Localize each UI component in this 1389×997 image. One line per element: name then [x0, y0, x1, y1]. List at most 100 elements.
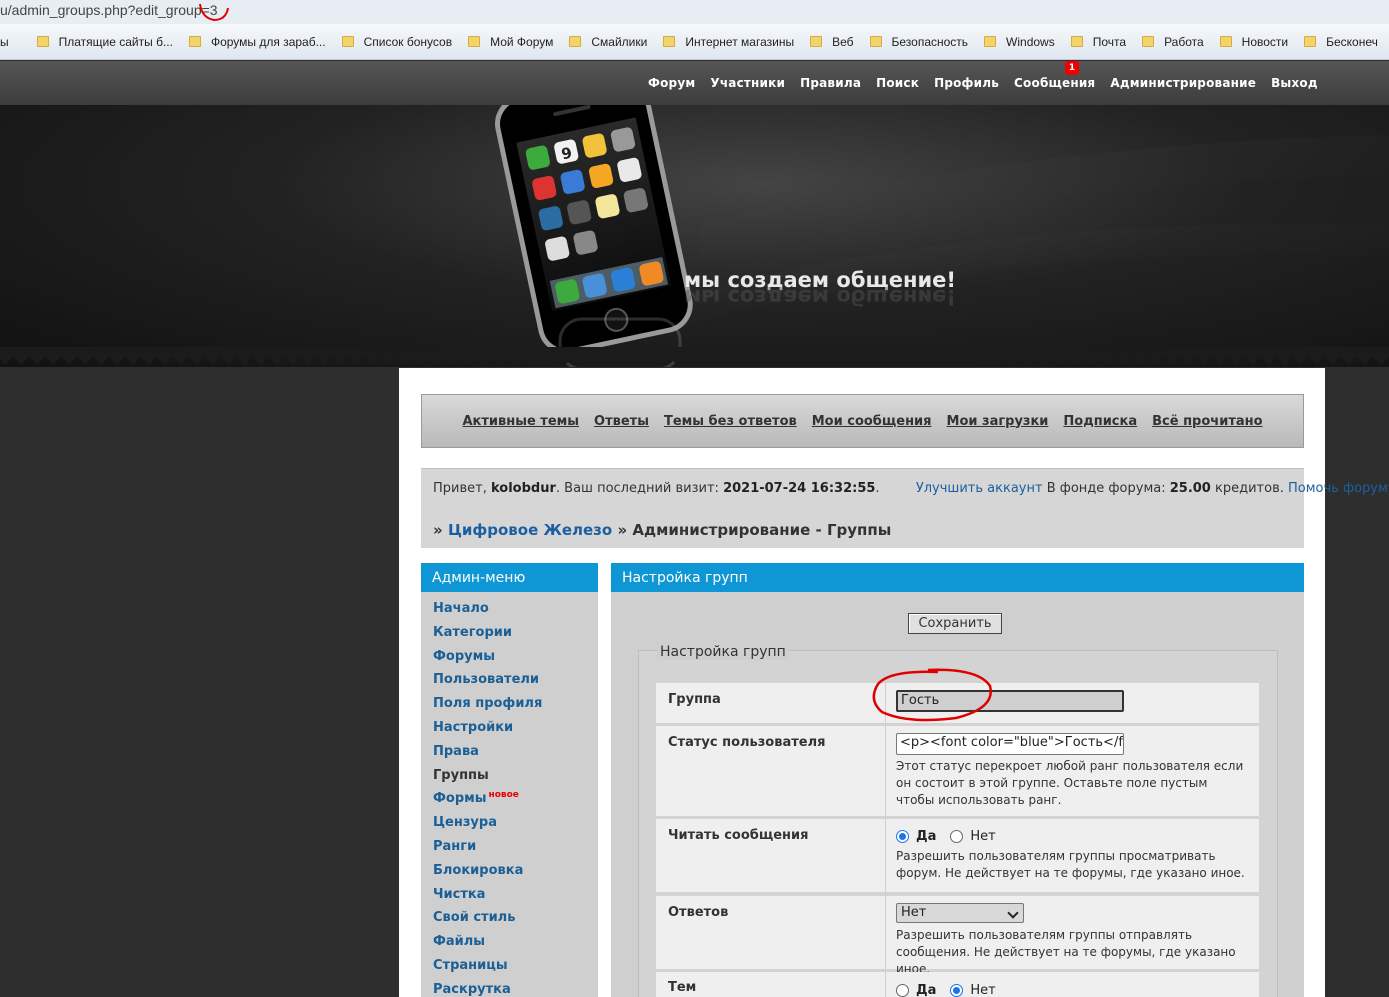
admin-menu-item-bans[interactable]: Блокировка: [433, 863, 598, 887]
replies-label: Ответов: [668, 905, 729, 920]
username: kolobdur: [490, 481, 556, 496]
admin-menu-item-categories[interactable]: Категории: [433, 625, 598, 649]
fieldset-legend: Настройка групп: [657, 644, 789, 660]
user-info-bar: Привет, kolobdur. Ваш последний визит: 2…: [421, 468, 1389, 548]
admin-menu-item-pages[interactable]: Страницы: [433, 958, 598, 982]
read-posts-label: Читать сообщения: [668, 828, 809, 843]
help-forum-link[interactable]: Помочь форуму.: [1288, 481, 1389, 496]
topics-label: Тем: [668, 980, 697, 995]
bookmark-item[interactable]: Смайлики: [569, 35, 657, 49]
replies-select[interactable]: Нет: [896, 903, 1024, 923]
bookmark-item[interactable]: ы: [0, 35, 19, 49]
bookmark-item[interactable]: Форумы для зараб...: [188, 35, 336, 49]
admin-menu-item-promotion[interactable]: Раскрутка: [433, 982, 598, 997]
admin-menu-item-groups[interactable]: Группы: [433, 768, 598, 792]
read-no-radio[interactable]: [950, 829, 964, 843]
fund-amount: 25.00: [1169, 481, 1211, 496]
topics-yes-radio[interactable]: [896, 983, 909, 997]
nav-search[interactable]: Поиск: [876, 76, 919, 90]
folder-icon: [569, 36, 582, 47]
breadcrumb-forum-link[interactable]: Цифровое Железо: [448, 521, 612, 539]
topics-no-label: Нет: [970, 982, 996, 997]
nav-messages[interactable]: Сообщения: [1014, 76, 1095, 90]
folder-icon: [468, 36, 481, 47]
nav-profile[interactable]: Профиль: [934, 76, 999, 90]
group-label: Группа: [668, 692, 721, 707]
forum-top-nav: Форум Участники Правила Поиск Профиль Со…: [0, 61, 1389, 105]
nav-admin[interactable]: Администрирование: [1110, 76, 1256, 90]
user-status-input[interactable]: <p><font color="blue">Гость</fo: [896, 733, 1124, 755]
last-visit-time: 2021-07-24 16:32:55: [723, 481, 876, 496]
bookmarks-bar: ы Платящие сайты б... Форумы для зараб..…: [0, 24, 1389, 60]
bookmark-item[interactable]: Веб: [810, 35, 863, 49]
admin-menu-item-permissions[interactable]: Права: [433, 744, 598, 768]
address-bar[interactable]: u/admin_groups.php?edit_group=3: [0, 0, 1389, 24]
folder-icon: [1070, 36, 1083, 47]
group-settings-title: Настройка групп: [611, 563, 1304, 592]
admin-menu-item-prune[interactable]: Чистка: [433, 887, 598, 911]
url-text: u/admin_groups.php?edit_group=3: [0, 2, 218, 18]
upgrade-account-link[interactable]: Улучшить аккаунт: [916, 481, 1043, 496]
bookmark-item[interactable]: Почта: [1070, 35, 1136, 49]
save-button[interactable]: Сохранить: [908, 613, 1002, 634]
admin-menu-item-profile-fields[interactable]: Поля профиля: [433, 696, 598, 720]
messages-count-badge: 1: [1065, 61, 1079, 75]
new-badge: новое: [488, 790, 519, 801]
bookmark-item[interactable]: Работа: [1142, 35, 1214, 49]
topics-row: Тем Да Нет: [656, 972, 1259, 997]
folder-icon: [1304, 36, 1317, 47]
bookmark-item[interactable]: Windows: [984, 35, 1065, 49]
nav-logout[interactable]: Выход: [1271, 76, 1318, 90]
header-slogan-reflection: мы создаем общение!: [684, 285, 956, 309]
admin-menu-item-forums[interactable]: Форумы: [433, 649, 598, 673]
link-subscriptions[interactable]: Подписка: [1063, 414, 1137, 429]
group-name-row: Группа Гость: [656, 683, 1259, 723]
read-posts-row: Читать сообщения Да Нет Разрешить пользо…: [656, 819, 1259, 892]
admin-menu-title: Админ-меню: [421, 563, 598, 592]
read-yes-label: Да: [916, 828, 937, 844]
admin-menu-item-custom-style[interactable]: Свой стиль: [433, 910, 598, 934]
folder-icon: [1219, 36, 1232, 47]
link-replies[interactable]: Ответы: [594, 414, 649, 429]
bookmark-item[interactable]: Новости: [1219, 35, 1298, 49]
folder-icon: [341, 36, 354, 47]
admin-menu-item-settings[interactable]: Настройки: [433, 720, 598, 744]
link-my-uploads[interactable]: Мои загрузки: [947, 414, 1049, 429]
nav-members[interactable]: Участники: [710, 76, 785, 90]
group-name-input[interactable]: Гость: [896, 690, 1124, 712]
topics-yes-label: Да: [916, 982, 937, 997]
link-my-posts[interactable]: Мои сообщения: [812, 414, 932, 429]
admin-menu-item-files[interactable]: Файлы: [433, 934, 598, 958]
quick-links-bar: Активные темы Ответы Темы без ответов Мо…: [421, 394, 1304, 448]
admin-menu-item-censor[interactable]: Цензура: [433, 815, 598, 839]
bookmark-item[interactable]: Интернет магазины: [663, 35, 804, 49]
admin-menu-item-users[interactable]: Пользователи: [433, 672, 598, 696]
link-mark-all-read[interactable]: Всё прочитано: [1152, 414, 1262, 429]
bookmark-item[interactable]: Список бонусов: [341, 35, 462, 49]
bookmark-item[interactable]: Мой Форум: [468, 35, 563, 49]
bookmark-item[interactable]: Платящие сайты б...: [36, 35, 183, 49]
admin-menu: Админ-меню Начало Категории Форумы Польз…: [421, 563, 598, 997]
admin-menu-item-forms[interactable]: Формы новое: [433, 790, 598, 815]
topics-no-radio[interactable]: [950, 983, 964, 997]
folder-icon: [188, 36, 201, 47]
breadcrumb-current: Администрирование - Группы: [632, 521, 892, 539]
phone-image: 9: [495, 105, 1389, 367]
greeting-line: Привет, kolobdur. Ваш последний визит: 2…: [433, 481, 1389, 496]
admin-menu-item-home[interactable]: Начало: [433, 601, 598, 625]
group-settings-panel: Настройка групп Сохранить Настройка груп…: [611, 563, 1304, 997]
link-unanswered-topics[interactable]: Темы без ответов: [664, 414, 797, 429]
breadcrumb: » Цифровое Железо » Администрирование - …: [433, 521, 892, 539]
banner-zigzag-edge: [0, 347, 1389, 365]
nav-forum[interactable]: Форум: [648, 76, 695, 90]
user-status-description: Этот статус перекроет любой ранг пользов…: [896, 759, 1244, 807]
bookmark-item[interactable]: Безопасность: [869, 35, 979, 49]
read-yes-radio[interactable]: [896, 829, 909, 843]
link-active-topics[interactable]: Активные темы: [462, 414, 579, 429]
nav-rules[interactable]: Правила: [800, 76, 861, 90]
user-status-row: Статус пользователя <p><font color="blue…: [656, 726, 1259, 816]
header-banner: 9 мы создаем общение! мы создаем общение…: [0, 105, 1389, 367]
folder-icon: [869, 36, 882, 47]
admin-menu-item-ranks[interactable]: Ранги: [433, 839, 598, 863]
bookmark-item[interactable]: Бесконеч: [1304, 35, 1388, 49]
